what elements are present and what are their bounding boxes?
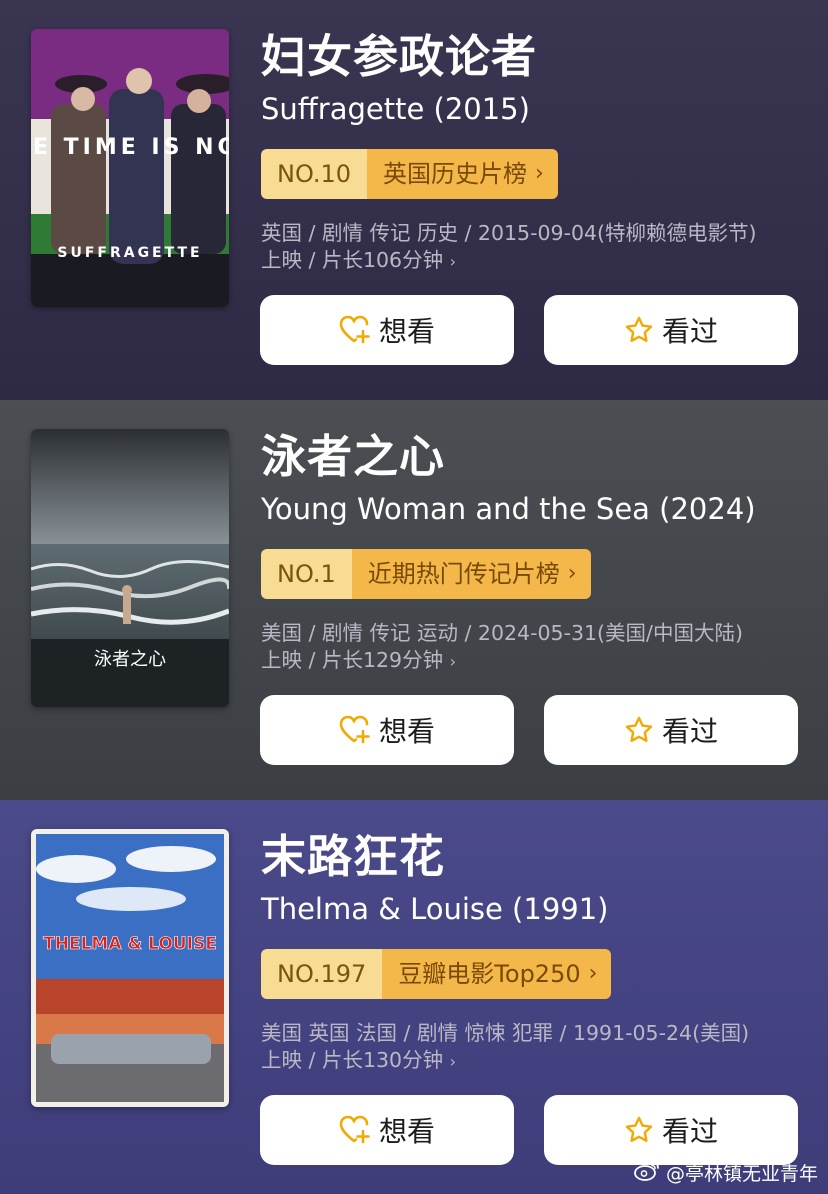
want-label: 想看	[378, 315, 435, 348]
rank-list-name: 豆瓣电影Top250 ›	[382, 949, 612, 999]
weibo-watermark: @亭林镇无业青年	[634, 1159, 818, 1186]
rank-list-name: 近期热门传记片榜 ›	[351, 549, 591, 599]
poster-image: THELMA & LOUISE	[31, 829, 229, 1107]
meta-line-1: 美国 / 剧情 传记 运动 / 2024-05-31(美国/中国大陆)	[261, 621, 743, 645]
star-outline-icon	[624, 1115, 654, 1145]
rank-badge[interactable]: NO.197 豆瓣电影Top250 ›	[261, 949, 612, 999]
heart-plus-icon	[339, 715, 371, 745]
heart-plus-icon	[339, 315, 371, 345]
movie-meta[interactable]: 美国 英国 法国 / 剧情 惊悚 犯罪 / 1991-05-24(美国) 上映 …	[261, 1020, 806, 1075]
meta-line-2: 上映 / 片长129分钟 ›	[261, 648, 457, 672]
movie-title-en: Thelma & Louise (1991)	[261, 892, 609, 926]
movie-meta[interactable]: 英国 / 剧情 传记 历史 / 2015-09-04(特柳赖德电影节) 上映 /…	[261, 220, 806, 275]
meta-line-1: 美国 英国 法国 / 剧情 惊悚 犯罪 / 1991-05-24(美国)	[261, 1021, 750, 1045]
meta-line-1: 英国 / 剧情 传记 历史 / 2015-09-04(特柳赖德电影节)	[261, 221, 757, 245]
chevron-right-icon: ›	[449, 1052, 457, 1071]
movie-poster[interactable]: THE TIME IS NOW SUFFRAGETTE	[31, 29, 229, 307]
rank-number: NO.1	[261, 549, 352, 599]
poster-tagline: THE TIME IS NOW	[31, 135, 229, 160]
star-outline-icon	[624, 715, 654, 745]
movie-title-en: Suffragette (2015)	[261, 92, 530, 126]
want-to-watch-button[interactable]: 想看	[260, 295, 514, 365]
chevron-right-icon: ›	[567, 561, 577, 586]
watched-button[interactable]: 看过	[544, 295, 798, 365]
movie-meta[interactable]: 美国 / 剧情 传记 运动 / 2024-05-31(美国/中国大陆) 上映 /…	[261, 620, 806, 675]
poster-image: THE TIME IS NOW SUFFRAGETTE	[31, 29, 229, 307]
rank-badge[interactable]: NO.1 近期热门传记片榜 ›	[261, 549, 591, 599]
want-label: 想看	[378, 1115, 435, 1148]
movie-title-cn[interactable]: 泳者之心	[261, 428, 445, 486]
poster-title: 泳者之心	[94, 649, 166, 670]
watched-button[interactable]: 看过	[544, 695, 798, 765]
movie-title-en: Young Woman and the Sea (2024)	[261, 492, 756, 526]
rank-badge[interactable]: NO.10 英国历史片榜 ›	[261, 149, 558, 199]
chevron-right-icon: ›	[535, 161, 544, 186]
want-label: 想看	[378, 715, 435, 748]
movie-poster[interactable]: 泳者之心	[31, 429, 229, 707]
seen-label: 看过	[661, 315, 718, 348]
poster-title: THELMA & LOUISE	[43, 934, 217, 954]
movie-card[interactable]: THELMA & LOUISE 末路狂花 Thelma & Louise (19…	[0, 800, 828, 1194]
movie-poster[interactable]: THELMA & LOUISE	[31, 829, 229, 1107]
chevron-right-icon: ›	[449, 652, 457, 671]
seen-label: 看过	[661, 1115, 718, 1148]
rank-number: NO.197	[261, 949, 383, 999]
heart-plus-icon	[339, 1115, 371, 1145]
want-to-watch-button[interactable]: 想看	[260, 1095, 514, 1165]
movie-card[interactable]: 泳者之心 泳者之心 Young Woman and the Sea (2024)…	[0, 400, 828, 800]
star-outline-icon	[624, 315, 654, 345]
rank-number: NO.10	[261, 149, 368, 199]
rank-list-name: 英国历史片榜 ›	[367, 149, 558, 199]
poster-title: SUFFRAGETTE	[57, 245, 202, 261]
want-to-watch-button[interactable]: 想看	[260, 695, 514, 765]
seen-label: 看过	[661, 715, 718, 748]
watched-button[interactable]: 看过	[544, 1095, 798, 1165]
poster-image: 泳者之心	[31, 429, 229, 707]
watermark-text: @亭林镇无业青年	[665, 1163, 818, 1185]
chevron-right-icon: ›	[588, 961, 598, 986]
weibo-icon	[634, 1159, 660, 1186]
movie-title-cn[interactable]: 末路狂花	[261, 828, 445, 886]
meta-line-2: 上映 / 片长130分钟 ›	[261, 1048, 457, 1072]
movie-title-cn[interactable]: 妇女参政论者	[261, 28, 537, 86]
movie-card[interactable]: THE TIME IS NOW SUFFRAGETTE 妇女参政论者 Suffr…	[0, 0, 828, 400]
chevron-right-icon: ›	[449, 252, 457, 271]
meta-line-2: 上映 / 片长106分钟 ›	[261, 248, 457, 272]
